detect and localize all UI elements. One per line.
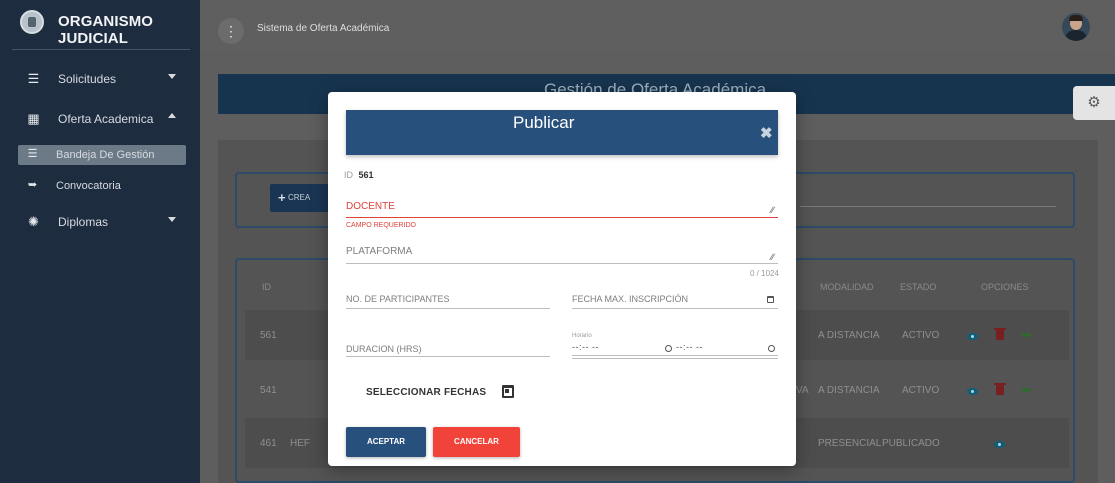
docente-field[interactable]	[346, 217, 778, 218]
list-icon: ☰	[27, 71, 40, 86]
row-estado: ACTIVO	[902, 385, 940, 396]
horario-end-value: --:-- --	[676, 342, 703, 352]
cancel-button[interactable]: CANCELAR	[433, 427, 520, 457]
megaphone-icon[interactable]: ➥	[1021, 383, 1032, 396]
book-icon: ▦	[27, 111, 40, 126]
docente-label: DOCENTE	[346, 201, 395, 212]
dialog-title: Publicar	[513, 113, 575, 132]
megaphone-icon[interactable]: ➥	[1021, 328, 1032, 341]
id-field: ID 561	[344, 170, 374, 180]
megaphone-icon: ➥	[27, 179, 38, 191]
column-header-id: ID	[262, 282, 271, 292]
row-prefix: HEF	[290, 438, 310, 449]
trash-icon[interactable]	[994, 328, 1006, 340]
row-prefix: VA	[796, 385, 809, 396]
sidebar-item-label: Solicitudes	[58, 72, 117, 86]
column-header-opciones: OPCIONES	[981, 282, 1029, 292]
chevron-down-icon	[168, 217, 176, 222]
docente-error: CAMPO REQUERIDO	[346, 222, 417, 229]
gear-icon[interactable]: ⚙	[1073, 86, 1115, 120]
sidebar-item-convocatoria[interactable]: ➥ Convocatoria	[0, 176, 200, 196]
close-icon[interactable]: ✖	[760, 126, 773, 141]
seal-icon	[20, 10, 44, 34]
fecha-max-label: FECHA MAX. INSCRIPCIÓN	[572, 294, 689, 304]
horario-start-value: --:-- --	[572, 342, 599, 352]
horario-field[interactable]	[572, 355, 778, 356]
sidebar-item-label: Diplomas	[58, 215, 109, 229]
row-id: 461	[260, 438, 277, 449]
avatar-suit	[1065, 30, 1087, 41]
resize-icon: ∕∕	[771, 205, 775, 215]
row-estado: PUBLICADO	[882, 438, 940, 449]
participantes-field[interactable]	[346, 308, 550, 309]
sidebar-item-oferta-academica[interactable]: ▦ Oferta Academica	[0, 107, 200, 131]
calendar-icon[interactable]	[502, 385, 514, 398]
avatar-hair	[1069, 15, 1083, 21]
plataforma-label: PLATAFORMA	[346, 246, 413, 257]
create-button-label: CREA	[288, 193, 311, 202]
column-header-estado: ESTADO	[900, 282, 937, 292]
sidebar-item-label: Bandeja De Gestión	[56, 149, 155, 161]
badge-icon: ✺	[28, 214, 39, 229]
more-vert-icon[interactable]: ⋮	[218, 18, 244, 44]
search-input[interactable]	[800, 206, 1056, 207]
chevron-down-icon	[168, 74, 176, 79]
eye-icon[interactable]	[994, 441, 1005, 448]
participantes-label: NO. DE PARTICIPANTES	[346, 294, 450, 304]
row-modalidad: A DISTANCIA	[818, 330, 880, 341]
fecha-max-field[interactable]	[572, 308, 778, 309]
id-value: 561	[358, 170, 374, 180]
id-label: ID	[344, 170, 353, 180]
sidebar: ORGANISMO JUDICIAL ☰ Solicitudes ▦ Ofert…	[0, 0, 200, 483]
horario-underline	[572, 358, 778, 359]
plus-icon: +	[278, 190, 286, 205]
list-icon: ☰	[27, 148, 38, 160]
sidebar-item-solicitudes[interactable]: ☰ Solicitudes	[0, 67, 200, 91]
resize-icon: ∕∕	[771, 252, 775, 262]
plataforma-field[interactable]	[346, 263, 778, 264]
sidebar-item-label: Oferta Academica	[58, 112, 154, 126]
brand-title: ORGANISMO JUDICIAL	[58, 13, 154, 47]
eye-icon[interactable]	[967, 388, 978, 395]
row-modalidad: A DISTANCIA	[818, 385, 880, 396]
row-modalidad: PRESENCIAL	[818, 438, 882, 449]
row-id: 541	[260, 385, 277, 396]
trash-icon[interactable]	[994, 383, 1006, 395]
accept-button[interactable]: ACEPTAR	[346, 427, 426, 457]
plataforma-counter: 0 / 1024	[750, 269, 779, 278]
select-dates-button[interactable]: SELECCIONAR FECHAS	[366, 387, 486, 398]
clock-icon[interactable]	[665, 345, 672, 352]
clock-icon[interactable]	[768, 345, 775, 352]
eye-icon[interactable]	[967, 333, 978, 340]
sidebar-item-diplomas[interactable]: ✺ Diplomas	[0, 210, 200, 234]
brand: ORGANISMO JUDICIAL	[0, 0, 200, 52]
chevron-up-icon	[168, 113, 176, 118]
duracion-label: DURACION (HRS)	[346, 344, 422, 354]
horario-label: Horario	[572, 333, 592, 339]
brand-divider	[12, 49, 190, 50]
create-button[interactable]: + CREA	[270, 184, 330, 212]
calendar-icon[interactable]	[767, 296, 774, 303]
user-avatar[interactable]	[1062, 13, 1090, 41]
column-header-modalidad: MODALIDAD	[820, 282, 874, 292]
duracion-field[interactable]	[346, 356, 550, 357]
row-estado: ACTIVO	[902, 330, 940, 341]
sidebar-item-bandeja-de-gestion[interactable]: ☰ Bandeja De Gestión	[18, 145, 186, 165]
system-title: Sistema de Oferta Académica	[257, 23, 390, 34]
sidebar-item-label: Convocatoria	[56, 180, 121, 192]
row-id: 561	[260, 330, 277, 341]
